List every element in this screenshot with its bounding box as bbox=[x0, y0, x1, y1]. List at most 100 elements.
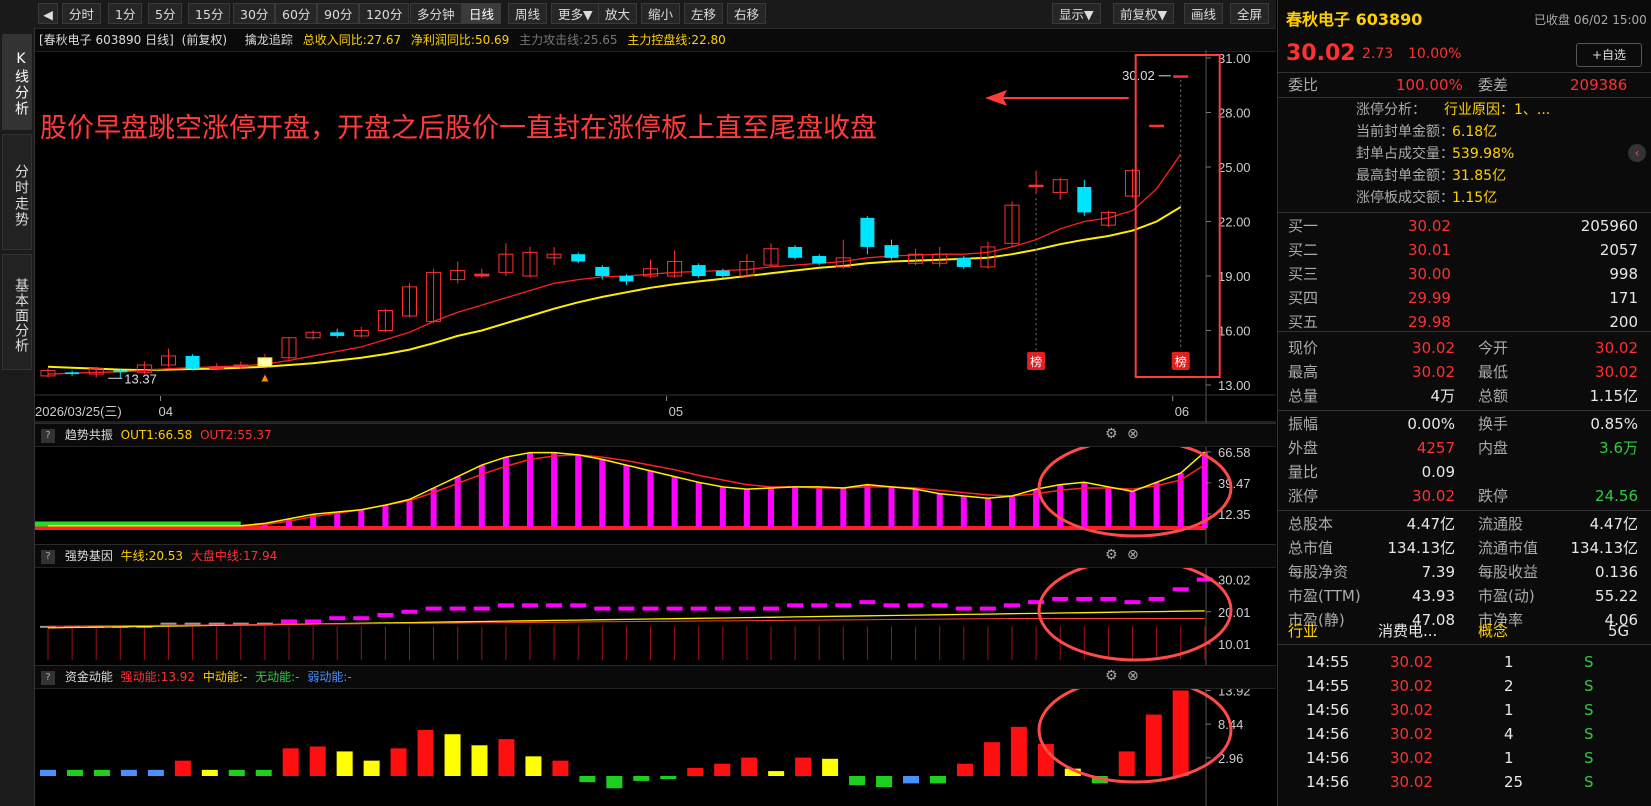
toolbar: ◀ 分时 1分 5分 15分 30分 60分 90分 120分 多分钟 日线 周… bbox=[0, 0, 1276, 29]
metric-control: 主力控盘线:22.80 bbox=[627, 33, 726, 47]
trend-bar bbox=[864, 484, 871, 528]
stat-label: 市盈(TTM) bbox=[1288, 587, 1361, 605]
help-icon[interactable]: ? bbox=[41, 428, 55, 443]
highlight-ellipse bbox=[1037, 676, 1233, 784]
tab-fundamental[interactable]: 基本面分析 bbox=[2, 254, 32, 370]
stat-label: 今开 bbox=[1478, 339, 1509, 357]
period-more[interactable]: 更多▼ bbox=[551, 3, 600, 24]
move-left-button[interactable]: 左移 bbox=[684, 3, 724, 24]
fund-bar bbox=[687, 768, 704, 776]
gear-icon[interactable]: ⚙ bbox=[1105, 668, 1118, 684]
fund-bar bbox=[956, 763, 973, 776]
candle-body bbox=[788, 246, 803, 258]
trend-bar bbox=[575, 454, 582, 528]
trend-bar bbox=[743, 489, 750, 528]
fullscreen-button[interactable]: 全屏 bbox=[1230, 3, 1270, 24]
industry-value[interactable]: 消费电... bbox=[1378, 619, 1437, 643]
trend-axis-label: 39.47 bbox=[1218, 476, 1251, 491]
panel-gene-name[interactable]: 强势基因 bbox=[65, 549, 113, 563]
stat-value: 0.136 bbox=[1595, 563, 1638, 581]
move-right-button[interactable]: 右移 bbox=[727, 3, 767, 24]
gene-mark bbox=[979, 606, 996, 611]
stat-value: 0.09 bbox=[1421, 463, 1455, 481]
period-90min[interactable]: 90分 bbox=[317, 3, 360, 24]
help-icon[interactable]: ? bbox=[41, 670, 55, 685]
limit-analysis-label: 涨停分析： bbox=[1356, 102, 1426, 118]
fund-bar bbox=[525, 756, 542, 776]
seal-amount: 6.18亿 bbox=[1452, 124, 1498, 140]
annotation-text: 股价早盘跳空涨停开盘，开盘之后股价一直封在涨停板上直至尾盘收盘 bbox=[40, 113, 877, 144]
close-icon[interactable]: ⊗ bbox=[1127, 426, 1139, 442]
tick-side: S bbox=[1584, 677, 1594, 695]
bid-row: 买四 29.99 171 bbox=[1278, 286, 1651, 310]
stat-label: 最高 bbox=[1288, 363, 1319, 381]
fund-bar bbox=[282, 748, 299, 776]
period-daily[interactable]: 日线 bbox=[462, 3, 502, 24]
period-60min[interactable]: 60分 bbox=[275, 3, 318, 24]
zoom-out-button[interactable]: 缩小 bbox=[641, 3, 681, 24]
period-weekly[interactable]: 周线 bbox=[508, 3, 548, 24]
trend-bar bbox=[1201, 451, 1208, 528]
add-watchlist-button[interactable]: +自选 bbox=[1576, 43, 1642, 67]
concept-value[interactable]: 5G bbox=[1608, 619, 1629, 643]
tab-kline[interactable]: K线分析 bbox=[2, 34, 32, 130]
metric-profit: 净利润同比:50.69 bbox=[410, 33, 510, 47]
tick-time: 14:56 bbox=[1306, 749, 1350, 767]
stat-label: 外盘 bbox=[1288, 439, 1319, 457]
adjust-menu[interactable]: 前复权▼ bbox=[1113, 3, 1175, 24]
period-120min[interactable]: 120分 bbox=[359, 3, 410, 24]
period-intraday[interactable]: 分时 bbox=[62, 3, 102, 24]
gene-mark bbox=[883, 603, 900, 608]
period-30min[interactable]: 30分 bbox=[233, 3, 276, 24]
candle-body bbox=[65, 372, 80, 375]
price-pct: 10.00% bbox=[1408, 46, 1462, 62]
panel-fund-l1: 强动能:13.92 bbox=[120, 670, 196, 684]
stat-label: 总股本 bbox=[1288, 515, 1334, 533]
zoom-in-button[interactable]: 放大 bbox=[598, 3, 638, 24]
stat-row: 市盈(TTM) 43.93 市盈(动) 55.22 bbox=[1278, 584, 1651, 608]
chart-area[interactable]: [春秋电子 603890 日线] (前复权) 擒龙追踪 总收入同比:27.67 … bbox=[35, 28, 1276, 806]
stat-label: 总额 bbox=[1478, 387, 1509, 405]
draw-button[interactable]: 画线 bbox=[1184, 3, 1224, 24]
fund-bar bbox=[309, 746, 326, 776]
tick-row: 14:56 30.02 4 S bbox=[1278, 722, 1651, 746]
candle-body bbox=[1173, 75, 1189, 78]
trend-bar bbox=[936, 493, 943, 528]
fund-bar bbox=[120, 769, 137, 776]
panel-fund-name[interactable]: 资金动能 bbox=[65, 670, 113, 684]
stat-label: 总市值 bbox=[1288, 539, 1334, 557]
fund-bar bbox=[498, 739, 515, 776]
close-icon[interactable]: ⊗ bbox=[1127, 668, 1139, 684]
period-15min[interactable]: 15分 bbox=[188, 3, 231, 24]
tick-price: 30.02 bbox=[1390, 677, 1433, 695]
close-icon[interactable]: ⊗ bbox=[1127, 547, 1139, 563]
gear-icon[interactable]: ⚙ bbox=[1105, 547, 1118, 563]
period-1min[interactable]: 1分 bbox=[108, 3, 143, 24]
panel-trend-name[interactable]: 趋势共振 bbox=[65, 428, 113, 442]
gear-icon[interactable]: ⚙ bbox=[1105, 426, 1118, 442]
tick-time: 14:55 bbox=[1306, 653, 1350, 671]
candle-body bbox=[1028, 184, 1044, 188]
fund-bar bbox=[633, 776, 650, 781]
trend-bar bbox=[1153, 482, 1160, 528]
collapse-arrow-icon[interactable]: ‹ bbox=[1628, 144, 1646, 162]
display-menu[interactable]: 显示▼ bbox=[1052, 3, 1101, 24]
tab-intraday[interactable]: 分时走势 bbox=[2, 134, 32, 250]
period-multi-min[interactable]: 多分钟 bbox=[410, 3, 462, 24]
period-5min[interactable]: 5分 bbox=[148, 3, 183, 24]
stat-label: 跌停 bbox=[1478, 487, 1509, 505]
indicator-name[interactable]: 擒龙追踪 bbox=[245, 33, 293, 47]
concept-label: 概念 bbox=[1478, 622, 1509, 640]
help-icon[interactable]: ? bbox=[41, 549, 55, 564]
tick-volume: 2 bbox=[1504, 677, 1514, 695]
stat-row: 最高 30.02 最低 30.02 bbox=[1278, 360, 1651, 384]
fund-bar bbox=[336, 751, 353, 776]
limit-reason[interactable]: 行业原因：1、... bbox=[1444, 98, 1550, 122]
bid-level-label: 买四 bbox=[1288, 289, 1319, 307]
stat-row: 外盘 4257 内盘 3.6万 bbox=[1278, 436, 1651, 460]
stat-value: 30.02 bbox=[1595, 339, 1638, 357]
candle-body bbox=[860, 217, 875, 247]
bid-volume: 205960 bbox=[1580, 217, 1638, 235]
stat-value: 55.22 bbox=[1595, 587, 1638, 605]
collapse-icon[interactable]: ◀ bbox=[38, 3, 58, 24]
